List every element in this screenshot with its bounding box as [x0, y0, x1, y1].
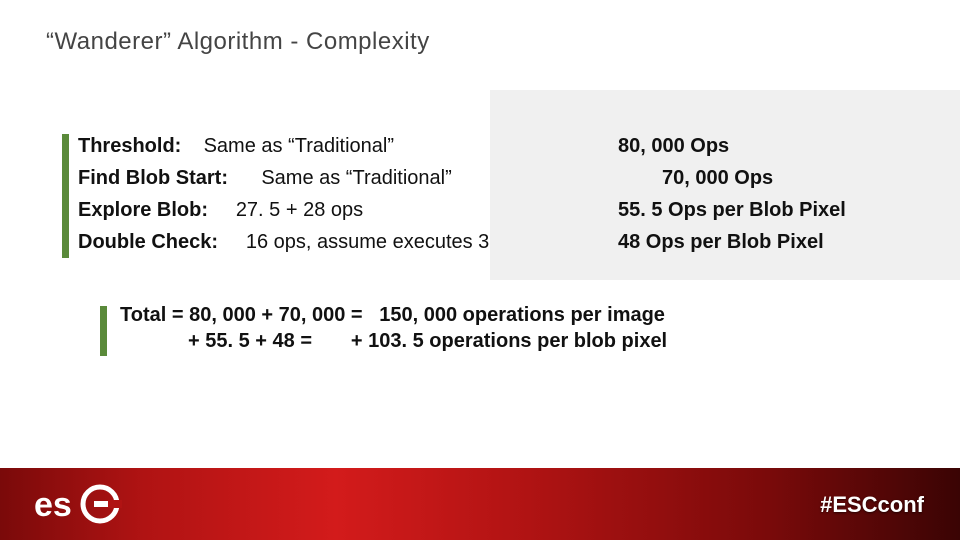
total-lhs: + 55. 5 + 48 =	[188, 330, 312, 352]
row-label: Double Check:	[78, 231, 218, 253]
row-label: Find Blob Start:	[78, 167, 228, 189]
row-ops: 80, 000 Ops	[618, 130, 920, 162]
footer-bar: es #ESCconf	[0, 468, 960, 540]
row-threshold: Threshold: Same as “Traditional” 80, 000…	[78, 130, 920, 162]
row-desc: 27. 5 + 28 ops	[236, 199, 363, 221]
title-rest: Algorithm - Complexity	[177, 28, 429, 55]
slide-title: “Wanderer” Algorithm - Complexity	[46, 28, 430, 56]
hashtag: #ESCconf	[820, 492, 924, 518]
row-explore-blob: Explore Blob: 27. 5 + 28 ops 55. 5 Ops p…	[78, 194, 920, 226]
row-double-check: Double Check: 16 ops, assume executes 3 …	[78, 226, 920, 258]
row-ops: 48 Ops per Blob Pixel	[618, 226, 920, 258]
row-label: Threshold:	[78, 135, 181, 157]
row-find-blob-start: Find Blob Start: Same as “Traditional” 7…	[78, 162, 920, 194]
row-desc: Same as “Traditional”	[204, 135, 394, 157]
total-block: Total = 80, 000 + 70, 000 = 150, 000 ope…	[100, 302, 900, 354]
total-line-1: Total = 80, 000 + 70, 000 = 150, 000 ope…	[120, 302, 900, 328]
row-desc: Same as “Traditional”	[261, 167, 451, 189]
total-rhs: + 103. 5 operations per blob pixel	[351, 330, 667, 352]
row-label: Explore Blob:	[78, 199, 208, 221]
row-desc: 16 ops, assume executes 3	[246, 231, 489, 253]
complexity-rows: Threshold: Same as “Traditional” 80, 000…	[62, 130, 920, 258]
row-ops: 55. 5 Ops per Blob Pixel	[618, 194, 920, 226]
svg-text:es: es	[34, 486, 72, 524]
title-quote: “Wanderer”	[46, 28, 171, 55]
total-line-2: + 55. 5 + 48 = + 103. 5 operations per b…	[120, 328, 900, 354]
row-ops: 70, 000 Ops	[618, 162, 920, 194]
esc-logo: es	[34, 482, 154, 526]
total-rhs: 150, 000 operations per image	[379, 304, 665, 326]
total-lhs: Total = 80, 000 + 70, 000 =	[120, 304, 363, 326]
